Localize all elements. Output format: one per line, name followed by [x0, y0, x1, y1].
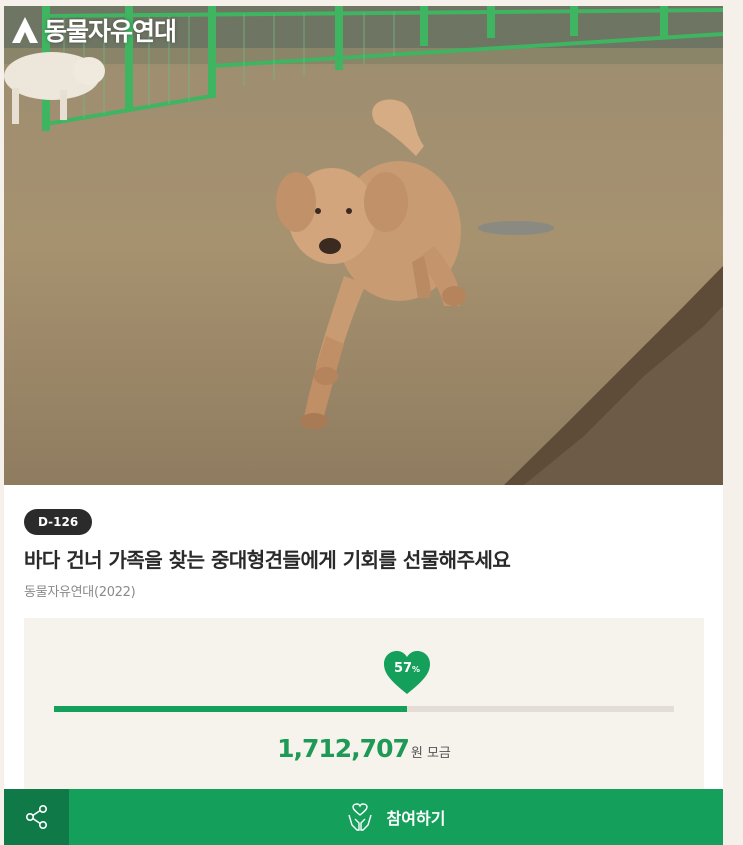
raised-amount: 1,712,707 원 모금	[24, 734, 704, 763]
share-button[interactable]	[4, 789, 69, 845]
amount-value: 1,712,707	[277, 734, 410, 763]
dog-running-photo	[4, 6, 723, 485]
page-background-strip	[726, 0, 743, 845]
brand-name: 동물자유연대	[44, 17, 177, 46]
dday-badge: D-126	[24, 509, 93, 535]
campaign-title[interactable]: 바다 건너 가족을 찾는 중대형견들에게 기회를 선물해주세요	[24, 544, 714, 573]
percent-sign: %	[412, 665, 421, 674]
amount-unit: 원 모금	[410, 746, 451, 761]
organizer-label: 동물자유연대(2022)	[24, 585, 136, 600]
progress-track	[54, 706, 674, 712]
hands-heart-icon	[347, 803, 372, 831]
progress-fill	[54, 706, 408, 712]
brand-logo[interactable]: 동물자유연대	[10, 12, 177, 48]
action-bar: 참여하기	[4, 789, 723, 845]
hero-photo[interactable]: 동물자유연대	[4, 6, 723, 485]
campaign-card: 동물자유연대 D-126 바다 건너 가족을 찾는 중대형견들에게 기회를 선물…	[4, 6, 723, 845]
share-icon	[25, 804, 47, 829]
progress-percent: 57	[393, 661, 413, 676]
brand-logo-icon	[10, 15, 40, 45]
progress-heart-badge: 57%	[382, 650, 432, 696]
join-label: 참여하기	[386, 809, 446, 828]
fundraising-panel: 57% 1,712,707 원 모금	[24, 618, 704, 798]
join-button[interactable]: 참여하기	[69, 789, 723, 845]
